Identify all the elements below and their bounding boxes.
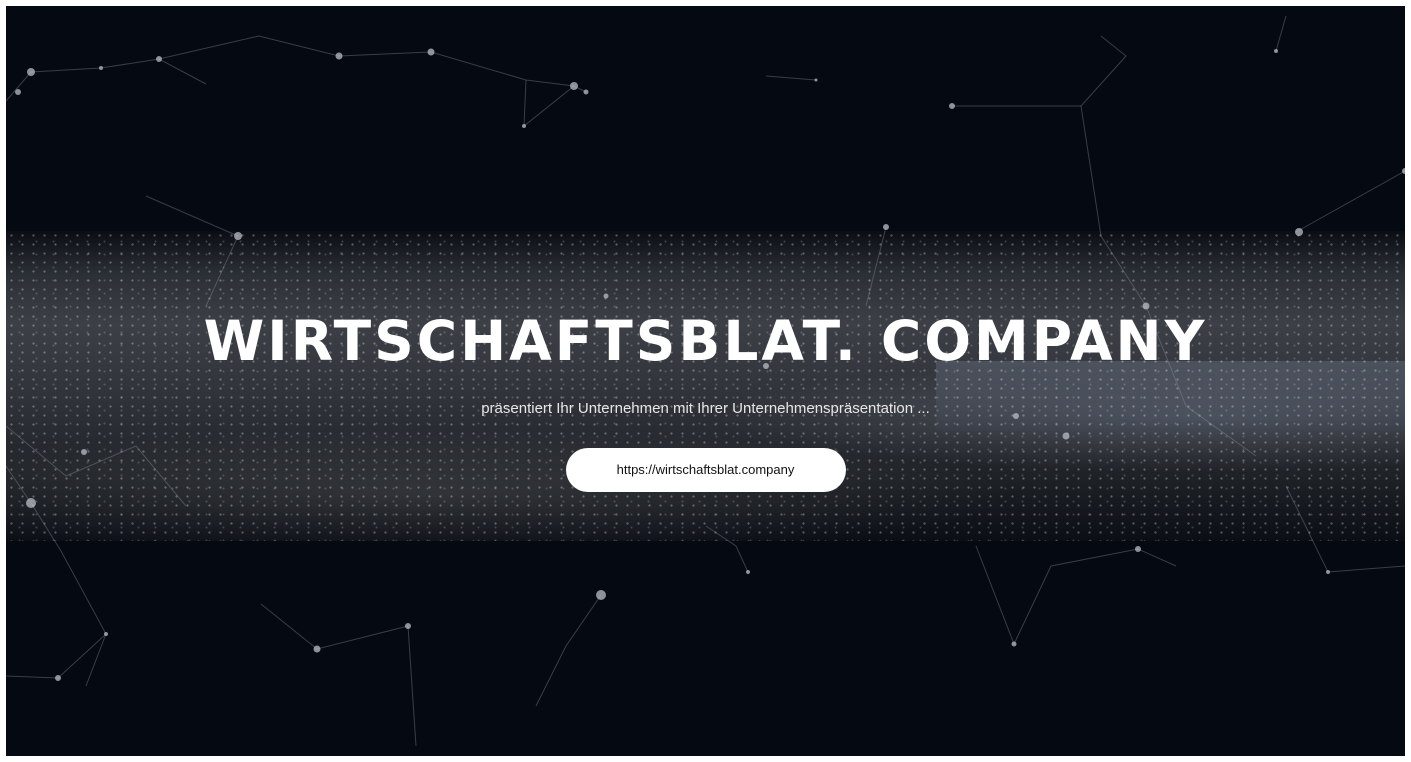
website-url-button[interactable]: https://wirtschaftsblat.company — [565, 448, 846, 492]
company-title: WIRTSCHAFTSBLAT. COMPANY — [203, 309, 1208, 373]
hero-content: WIRTSCHAFTSBLAT. COMPANY präsentiert Ihr… — [6, 306, 1405, 492]
company-tagline: präsentiert Ihr Unternehmen mit Ihrer Un… — [481, 400, 930, 417]
hero-banner: WIRTSCHAFTSBLAT. COMPANY präsentiert Ihr… — [6, 6, 1405, 756]
